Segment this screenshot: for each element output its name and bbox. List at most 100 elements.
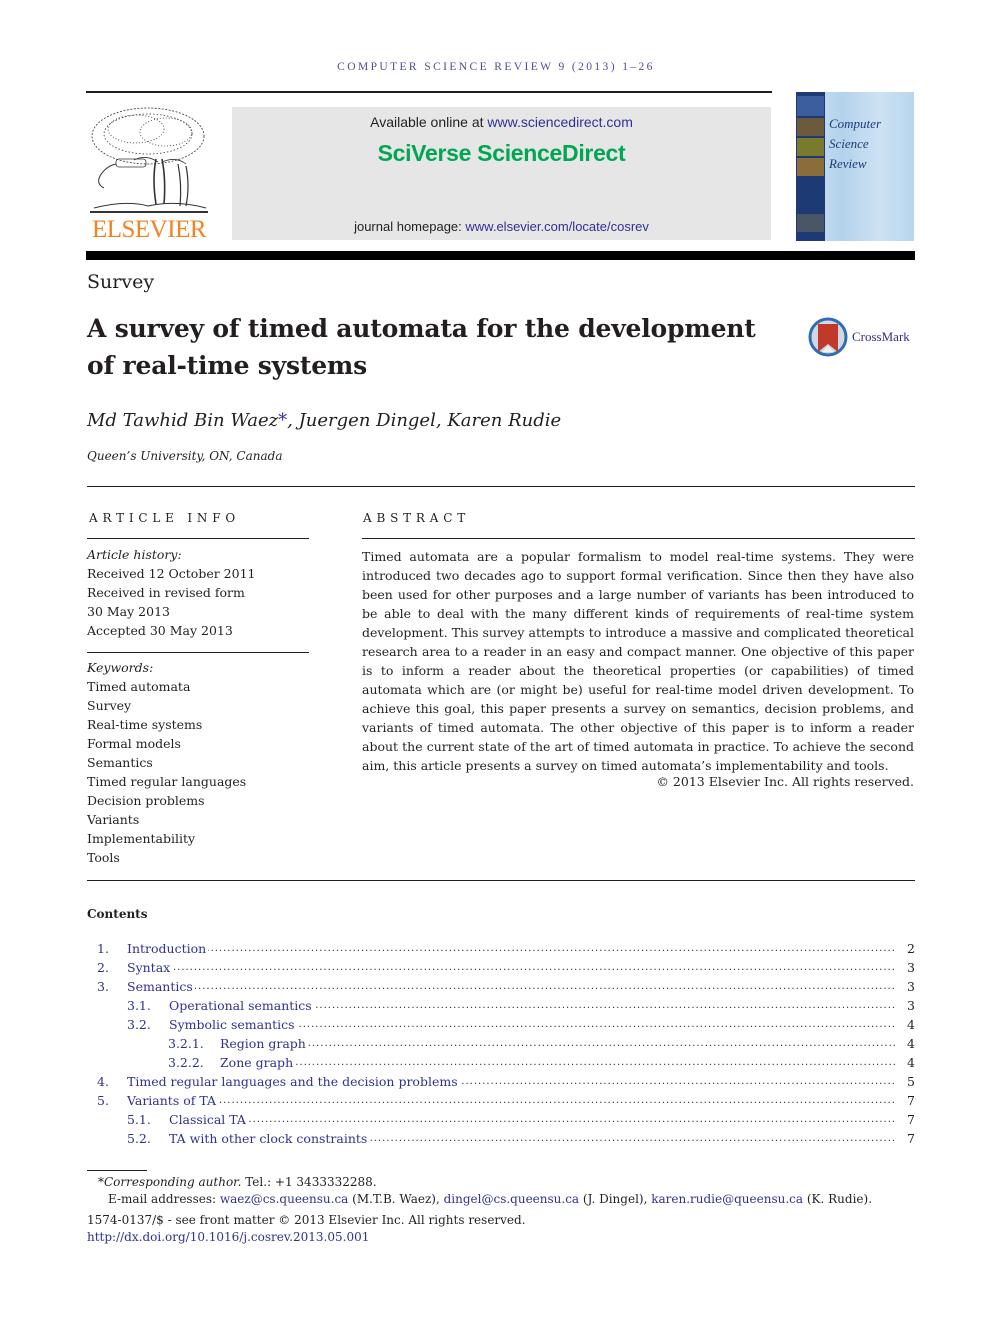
article-info-rule [87,538,309,539]
toc-leader-dots: ........................................… [220,1057,895,1068]
toc-entry[interactable]: 3.......................................… [87,977,915,996]
abstract-copyright: © 2013 Elsevier Inc. All rights reserved… [656,774,914,789]
article-history: Article history: Received 12 October 201… [87,545,309,640]
toc-entry[interactable]: 3.2.1...................................… [87,1034,915,1053]
toc-entry-link[interactable]: Classical TA [169,1110,248,1129]
doi-link[interactable]: http://dx.doi.org/10.1016/j.cosrev.2013.… [87,1230,369,1244]
header-thick-rule [86,251,915,260]
author-name[interactable]: Md Tawhid Bin Waez [87,410,278,431]
toc-entry-page: 7 [907,1112,915,1127]
toc-entry-number: 4. [97,1074,109,1089]
toc-entry-link[interactable]: Zone graph [220,1053,296,1072]
sciverse-sciencedirect-logo[interactable]: SciVerse ScienceDirect [232,140,771,167]
keyword: Survey [87,698,132,713]
sciencedirect-link[interactable]: www.sciencedirect.com [487,114,633,130]
toc-entry-link[interactable]: Symbolic semantics [169,1015,297,1034]
toc-entry-link[interactable]: Region graph [220,1034,308,1053]
keyword: Semantics [87,755,153,770]
toc-entry[interactable]: 5.......................................… [87,1091,915,1110]
history-line: Received in revised form [87,585,245,600]
cover-title-line: Computer [829,116,881,131]
toc-entry-link[interactable]: Operational semantics [169,996,314,1015]
abstract-heading: ABSTRACT [363,511,470,525]
toc-entry[interactable]: 1.......................................… [87,939,915,958]
telephone: Tel.: +1 3433332288. [241,1175,377,1189]
abstract-rule [362,538,915,539]
toc-entry[interactable]: 2.......................................… [87,958,915,977]
sciencedirect-banner: Available online at www.sciencedirect.co… [232,107,771,240]
toc-entry-number: 5.2. [127,1131,151,1146]
toc-entry-title: Introduction [127,939,209,958]
elsevier-wordmark: ELSEVIER [91,216,207,243]
email-link[interactable]: waez@cs.queensu.ca [220,1192,348,1206]
toc-entry-number: 3.1. [127,998,151,1013]
available-online: Available online at www.sciencedirect.co… [232,114,771,130]
toc-entry-page: 5 [907,1074,915,1089]
article-info-heading: ARTICLE INFO [89,511,240,525]
toc-entry[interactable]: 3.2.....................................… [87,1015,915,1034]
toc-entry-title: Semantics [127,977,195,996]
elsevier-tree-icon [90,107,208,213]
elsevier-logo[interactable]: ELSEVIER [86,104,212,244]
top-rule [86,91,772,93]
toc-entry-number: 3. [97,979,109,994]
corresponding-author-mark[interactable]: * [278,410,287,431]
toc-entry-link[interactable]: Introduction [127,939,209,958]
toc-entry-number: 1. [97,941,109,956]
cover-title-line: Review [829,156,867,171]
history-line: 30 May 2013 [87,604,170,619]
crossmark-button[interactable]: CrossMark [808,316,918,358]
cover-elsevier-emblem [797,96,824,116]
corresponding-author-footnote: *Corresponding author. Tel.: +1 34333322… [98,1175,377,1189]
keyword: Tools [87,850,120,865]
toc-entry-number: 2. [97,960,109,975]
email-owner: (K. Rudie). [803,1192,873,1206]
email-link[interactable]: dingel@cs.queensu.ca [444,1192,579,1206]
toc-leader-dots: ........................................… [169,1114,895,1125]
front-matter: 1574-0137/$ - see front matter © 2013 El… [87,1213,526,1227]
toc-entry-link[interactable]: TA with other clock constraints [169,1129,370,1148]
cover-photo-1 [797,118,824,136]
toc-entry-number: 3.2.1. [168,1036,204,1051]
toc-entry-title: Region graph [220,1034,308,1053]
keyword: Real-time systems [87,717,203,732]
toc-entry[interactable]: 3.2.2...................................… [87,1053,915,1072]
toc-entry-title: Operational semantics [169,996,314,1015]
toc-leader-dots: ........................................… [127,981,895,992]
toc-entry[interactable]: 3.1.....................................… [87,996,915,1015]
toc-entry-link[interactable]: Semantics [127,977,195,996]
journal-cover-thumbnail[interactable]: Computer Science Review [796,92,914,241]
cover-title-line: Science [829,136,869,151]
footnote-rule [87,1170,147,1171]
toc-entry[interactable]: 5.2.....................................… [87,1129,915,1148]
keyword: Formal models [87,736,181,751]
toc-entry-title: Symbolic semantics [169,1015,297,1034]
author-name[interactable]: Karen Rudie [447,410,561,431]
email-footnote: E-mail addresses: waez@cs.queensu.ca (M.… [108,1192,872,1206]
toc-entry-title: Variants of TA [127,1091,219,1110]
toc-entry-link[interactable]: Timed regular languages and the decision… [127,1072,460,1091]
author-name[interactable]: Juergen Dingel [299,410,436,431]
toc-entry-page: 7 [907,1093,915,1108]
keyword: Timed regular languages [87,774,247,789]
keyword: Variants [87,812,140,827]
toc-entry-title: TA with other clock constraints [169,1129,370,1148]
journal-homepage: journal homepage: www.elsevier.com/locat… [232,219,771,234]
toc-entry[interactable]: 5.1.....................................… [87,1110,915,1129]
toc-entry[interactable]: 4.......................................… [87,1072,915,1091]
cover-photo-3 [797,158,824,176]
toc-entry-link[interactable]: Syntax [127,958,173,977]
journal-homepage-prefix: journal homepage: [354,219,466,234]
section-divider [87,486,915,487]
email-link[interactable]: karen.rudie@queensu.ca [651,1192,803,1206]
toc-entry-link[interactable]: Variants of TA [127,1091,219,1110]
toc-entry-page: 7 [907,1131,915,1146]
keyword: Decision problems [87,793,205,808]
section-divider [87,880,915,881]
abstract-text: Timed automata are a popular formalism t… [362,549,914,773]
keywords-label: Keywords: [87,660,154,675]
journal-homepage-link[interactable]: www.elsevier.com/locate/cosrev [465,219,649,234]
history-line: Received 12 October 2011 [87,566,256,581]
toc-entry-number: 3.2.2. [168,1055,204,1070]
cover-photo-2 [797,138,824,156]
